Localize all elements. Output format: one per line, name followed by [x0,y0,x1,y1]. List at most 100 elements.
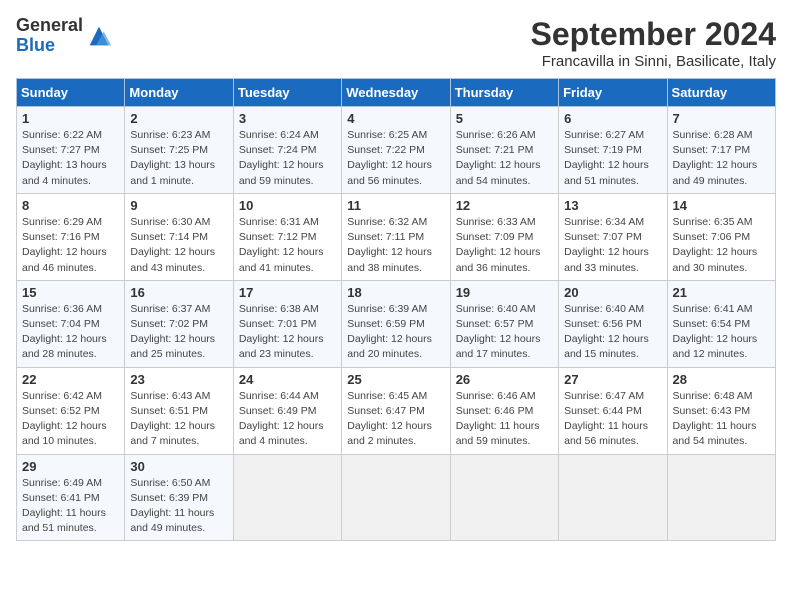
day-info: Sunrise: 6:40 AM Sunset: 6:57 PM Dayligh… [456,302,553,363]
day-number: 3 [239,111,336,126]
calendar-cell: 12 Sunrise: 6:33 AM Sunset: 7:09 PM Dayli… [450,193,558,280]
calendar-cell: 18Sunrise: 6:39 AM Sunset: 6:59 PM Dayli… [342,280,450,367]
day-number: 8 [22,198,119,213]
weekday-header: Friday [559,79,667,107]
day-info: Sunrise: 6:44 AM Sunset: 6:49 PM Dayligh… [239,389,336,450]
day-info: Sunrise: 6:46 AM Sunset: 6:46 PM Dayligh… [456,389,553,450]
day-number: 5 [456,111,553,126]
calendar-cell: 11Sunrise: 6:32 AM Sunset: 7:11 PM Dayli… [342,193,450,280]
calendar-cell: 25 Sunrise: 6:45 AM Sunset: 6:47 PM Dayli… [342,367,450,454]
day-info: Sunrise: 6:36 AM Sunset: 7:04 PM Dayligh… [22,302,119,363]
day-info: Sunrise: 6:50 AM Sunset: 6:39 PM Dayligh… [130,476,227,537]
day-info: Sunrise: 6:33 AM Sunset: 7:09 PM Dayligh… [456,215,553,276]
day-number: 16 [130,285,227,300]
calendar-cell: 8Sunrise: 6:29 AM Sunset: 7:16 PM Daylig… [17,193,125,280]
day-number: 14 [673,198,770,213]
calendar-cell [233,454,341,541]
calendar-cell: 9 Sunrise: 6:30 AM Sunset: 7:14 PM Daylig… [125,193,233,280]
day-number: 28 [673,372,770,387]
calendar-cell: 26 Sunrise: 6:46 AM Sunset: 6:46 PM Dayli… [450,367,558,454]
calendar-cell: 10 Sunrise: 6:31 AM Sunset: 7:12 PM Dayli… [233,193,341,280]
calendar-cell: 17 Sunrise: 6:38 AM Sunset: 7:01 PM Dayli… [233,280,341,367]
logo-general: General [16,16,83,36]
day-number: 13 [564,198,661,213]
day-info: Sunrise: 6:42 AM Sunset: 6:52 PM Dayligh… [22,389,119,450]
weekday-header: Saturday [667,79,775,107]
weekday-header: Monday [125,79,233,107]
calendar-week-row: 22 Sunrise: 6:42 AM Sunset: 6:52 PM Dayli… [17,367,776,454]
day-number: 2 [130,111,227,126]
calendar-cell [667,454,775,541]
weekday-header-row: SundayMondayTuesdayWednesdayThursdayFrid… [17,79,776,107]
day-info: Sunrise: 6:38 AM Sunset: 7:01 PM Dayligh… [239,302,336,363]
day-number: 1 [22,111,119,126]
day-number: 29 [22,459,119,474]
day-info: Sunrise: 6:25 AM Sunset: 7:22 PM Dayligh… [347,128,444,189]
day-info: Sunrise: 6:27 AM Sunset: 7:19 PM Dayligh… [564,128,661,189]
calendar-cell: 2Sunrise: 6:23 AM Sunset: 7:25 PM Daylig… [125,107,233,194]
day-number: 22 [22,372,119,387]
weekday-header: Thursday [450,79,558,107]
calendar-cell: 1 Sunrise: 6:22 AM Sunset: 7:27 PM Daylig… [17,107,125,194]
day-number: 24 [239,372,336,387]
calendar-cell: 5 Sunrise: 6:26 AM Sunset: 7:21 PM Daylig… [450,107,558,194]
calendar-cell: 7 Sunrise: 6:28 AM Sunset: 7:17 PM Daylig… [667,107,775,194]
calendar-cell: 24 Sunrise: 6:44 AM Sunset: 6:49 PM Dayli… [233,367,341,454]
day-info: Sunrise: 6:41 AM Sunset: 6:54 PM Dayligh… [673,302,770,363]
logo: General Blue [16,16,113,56]
day-info: Sunrise: 6:45 AM Sunset: 6:47 PM Dayligh… [347,389,444,450]
day-info: Sunrise: 6:31 AM Sunset: 7:12 PM Dayligh… [239,215,336,276]
day-info: Sunrise: 6:34 AM Sunset: 7:07 PM Dayligh… [564,215,661,276]
weekday-header: Wednesday [342,79,450,107]
day-info: Sunrise: 6:43 AM Sunset: 6:51 PM Dayligh… [130,389,227,450]
calendar-cell: 6 Sunrise: 6:27 AM Sunset: 7:19 PM Daylig… [559,107,667,194]
day-number: 21 [673,285,770,300]
day-info: Sunrise: 6:26 AM Sunset: 7:21 PM Dayligh… [456,128,553,189]
calendar-week-row: 1 Sunrise: 6:22 AM Sunset: 7:27 PM Daylig… [17,107,776,194]
day-number: 18 [347,285,444,300]
calendar-cell: 29 Sunrise: 6:49 AM Sunset: 6:41 PM Dayli… [17,454,125,541]
day-number: 26 [456,372,553,387]
day-info: Sunrise: 6:47 AM Sunset: 6:44 PM Dayligh… [564,389,661,450]
day-info: Sunrise: 6:28 AM Sunset: 7:17 PM Dayligh… [673,128,770,189]
day-number: 17 [239,285,336,300]
page-header: General Blue September 2024 Francavilla … [16,16,776,70]
day-info: Sunrise: 6:24 AM Sunset: 7:24 PM Dayligh… [239,128,336,189]
day-info: Sunrise: 6:30 AM Sunset: 7:14 PM Dayligh… [130,215,227,276]
calendar-cell: 16 Sunrise: 6:37 AM Sunset: 7:02 PM Dayli… [125,280,233,367]
calendar-week-row: 8Sunrise: 6:29 AM Sunset: 7:16 PM Daylig… [17,193,776,280]
calendar-cell: 20 Sunrise: 6:40 AM Sunset: 6:56 PM Dayli… [559,280,667,367]
calendar-cell: 19 Sunrise: 6:40 AM Sunset: 6:57 PM Dayli… [450,280,558,367]
day-number: 7 [673,111,770,126]
calendar-cell [559,454,667,541]
day-info: Sunrise: 6:37 AM Sunset: 7:02 PM Dayligh… [130,302,227,363]
day-info: Sunrise: 6:40 AM Sunset: 6:56 PM Dayligh… [564,302,661,363]
calendar-cell: 21 Sunrise: 6:41 AM Sunset: 6:54 PM Dayli… [667,280,775,367]
calendar-cell: 22 Sunrise: 6:42 AM Sunset: 6:52 PM Dayli… [17,367,125,454]
day-number: 6 [564,111,661,126]
day-number: 9 [130,198,227,213]
day-number: 12 [456,198,553,213]
day-number: 30 [130,459,227,474]
logo-icon [85,22,113,50]
day-number: 4 [347,111,444,126]
calendar-cell: 14 Sunrise: 6:35 AM Sunset: 7:06 PM Dayli… [667,193,775,280]
day-info: Sunrise: 6:32 AM Sunset: 7:11 PM Dayligh… [347,215,444,276]
calendar-table: SundayMondayTuesdayWednesdayThursdayFrid… [16,78,776,541]
day-number: 10 [239,198,336,213]
calendar-week-row: 29 Sunrise: 6:49 AM Sunset: 6:41 PM Dayli… [17,454,776,541]
calendar-cell [450,454,558,541]
calendar-cell [342,454,450,541]
day-number: 20 [564,285,661,300]
day-info: Sunrise: 6:35 AM Sunset: 7:06 PM Dayligh… [673,215,770,276]
day-number: 25 [347,372,444,387]
calendar-cell: 28Sunrise: 6:48 AM Sunset: 6:43 PM Dayli… [667,367,775,454]
location-subtitle: Francavilla in Sinni, Basilicate, Italy [531,53,776,70]
logo-blue: Blue [16,36,83,56]
calendar-cell: 23Sunrise: 6:43 AM Sunset: 6:51 PM Dayli… [125,367,233,454]
day-info: Sunrise: 6:49 AM Sunset: 6:41 PM Dayligh… [22,476,119,537]
title-block: September 2024 Francavilla in Sinni, Bas… [531,16,776,70]
day-number: 19 [456,285,553,300]
day-info: Sunrise: 6:22 AM Sunset: 7:27 PM Dayligh… [22,128,119,189]
day-number: 27 [564,372,661,387]
